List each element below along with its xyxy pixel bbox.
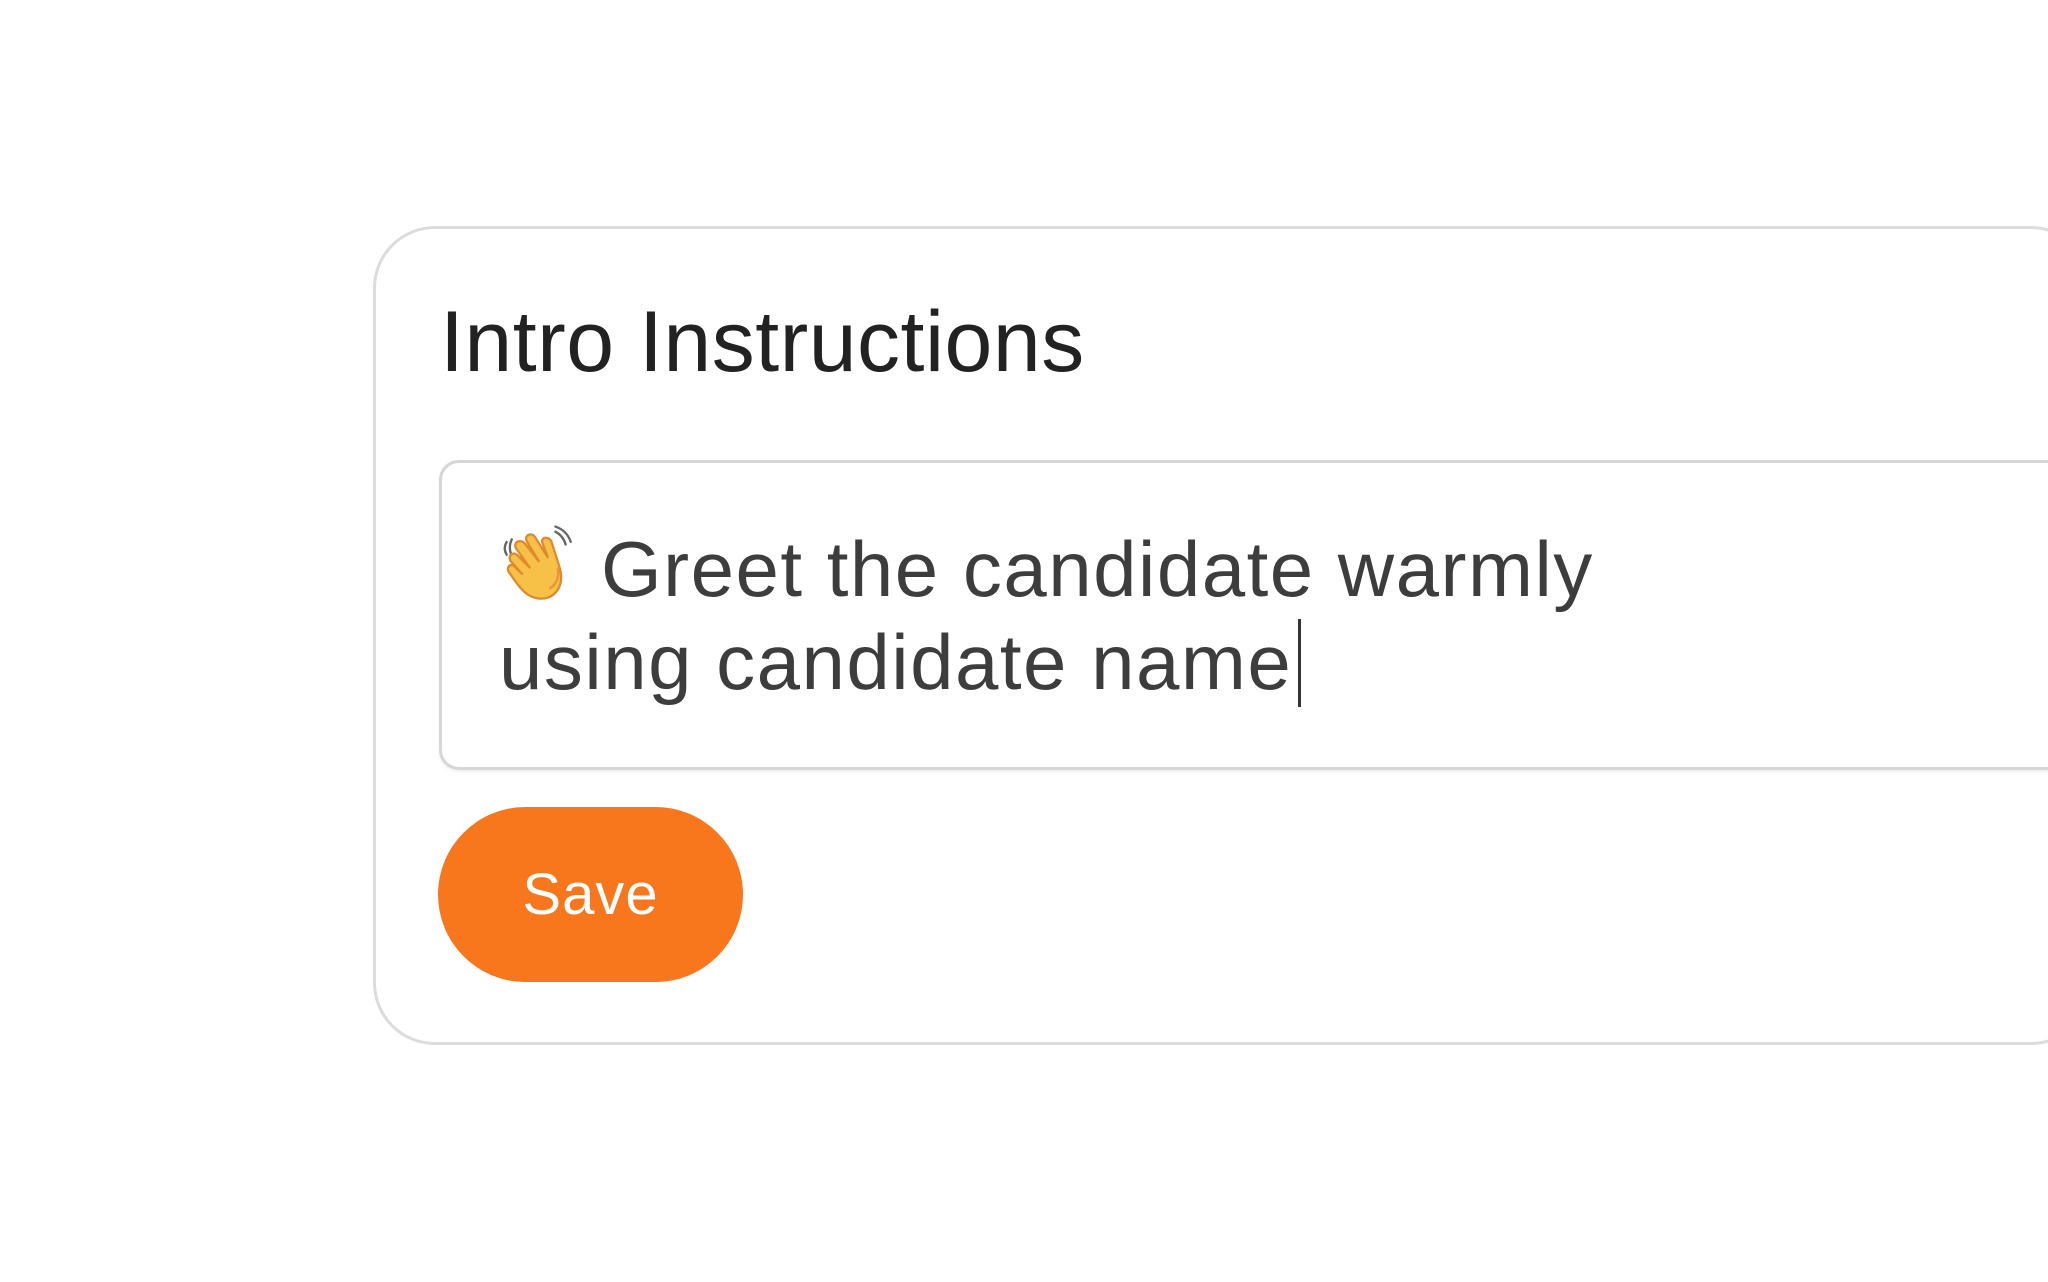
save-button[interactable]: Save [438, 807, 743, 982]
text-caret [1298, 619, 1302, 707]
card-title: Intro Instructions [440, 294, 1085, 390]
instructions-text: Greet the candidate warmly using candida… [499, 523, 1594, 709]
instructions-textarea[interactable]: Greet the candidate warmly using candida… [439, 460, 2048, 770]
instructions-line-1-text: Greet the candidate warmly [601, 525, 1594, 613]
waving-hand-icon [499, 524, 581, 606]
instructions-line-2-text: using candidate name [499, 618, 1293, 706]
instructions-line-2: using candidate name [499, 616, 1594, 709]
instructions-line-1: Greet the candidate warmly [499, 523, 1594, 616]
